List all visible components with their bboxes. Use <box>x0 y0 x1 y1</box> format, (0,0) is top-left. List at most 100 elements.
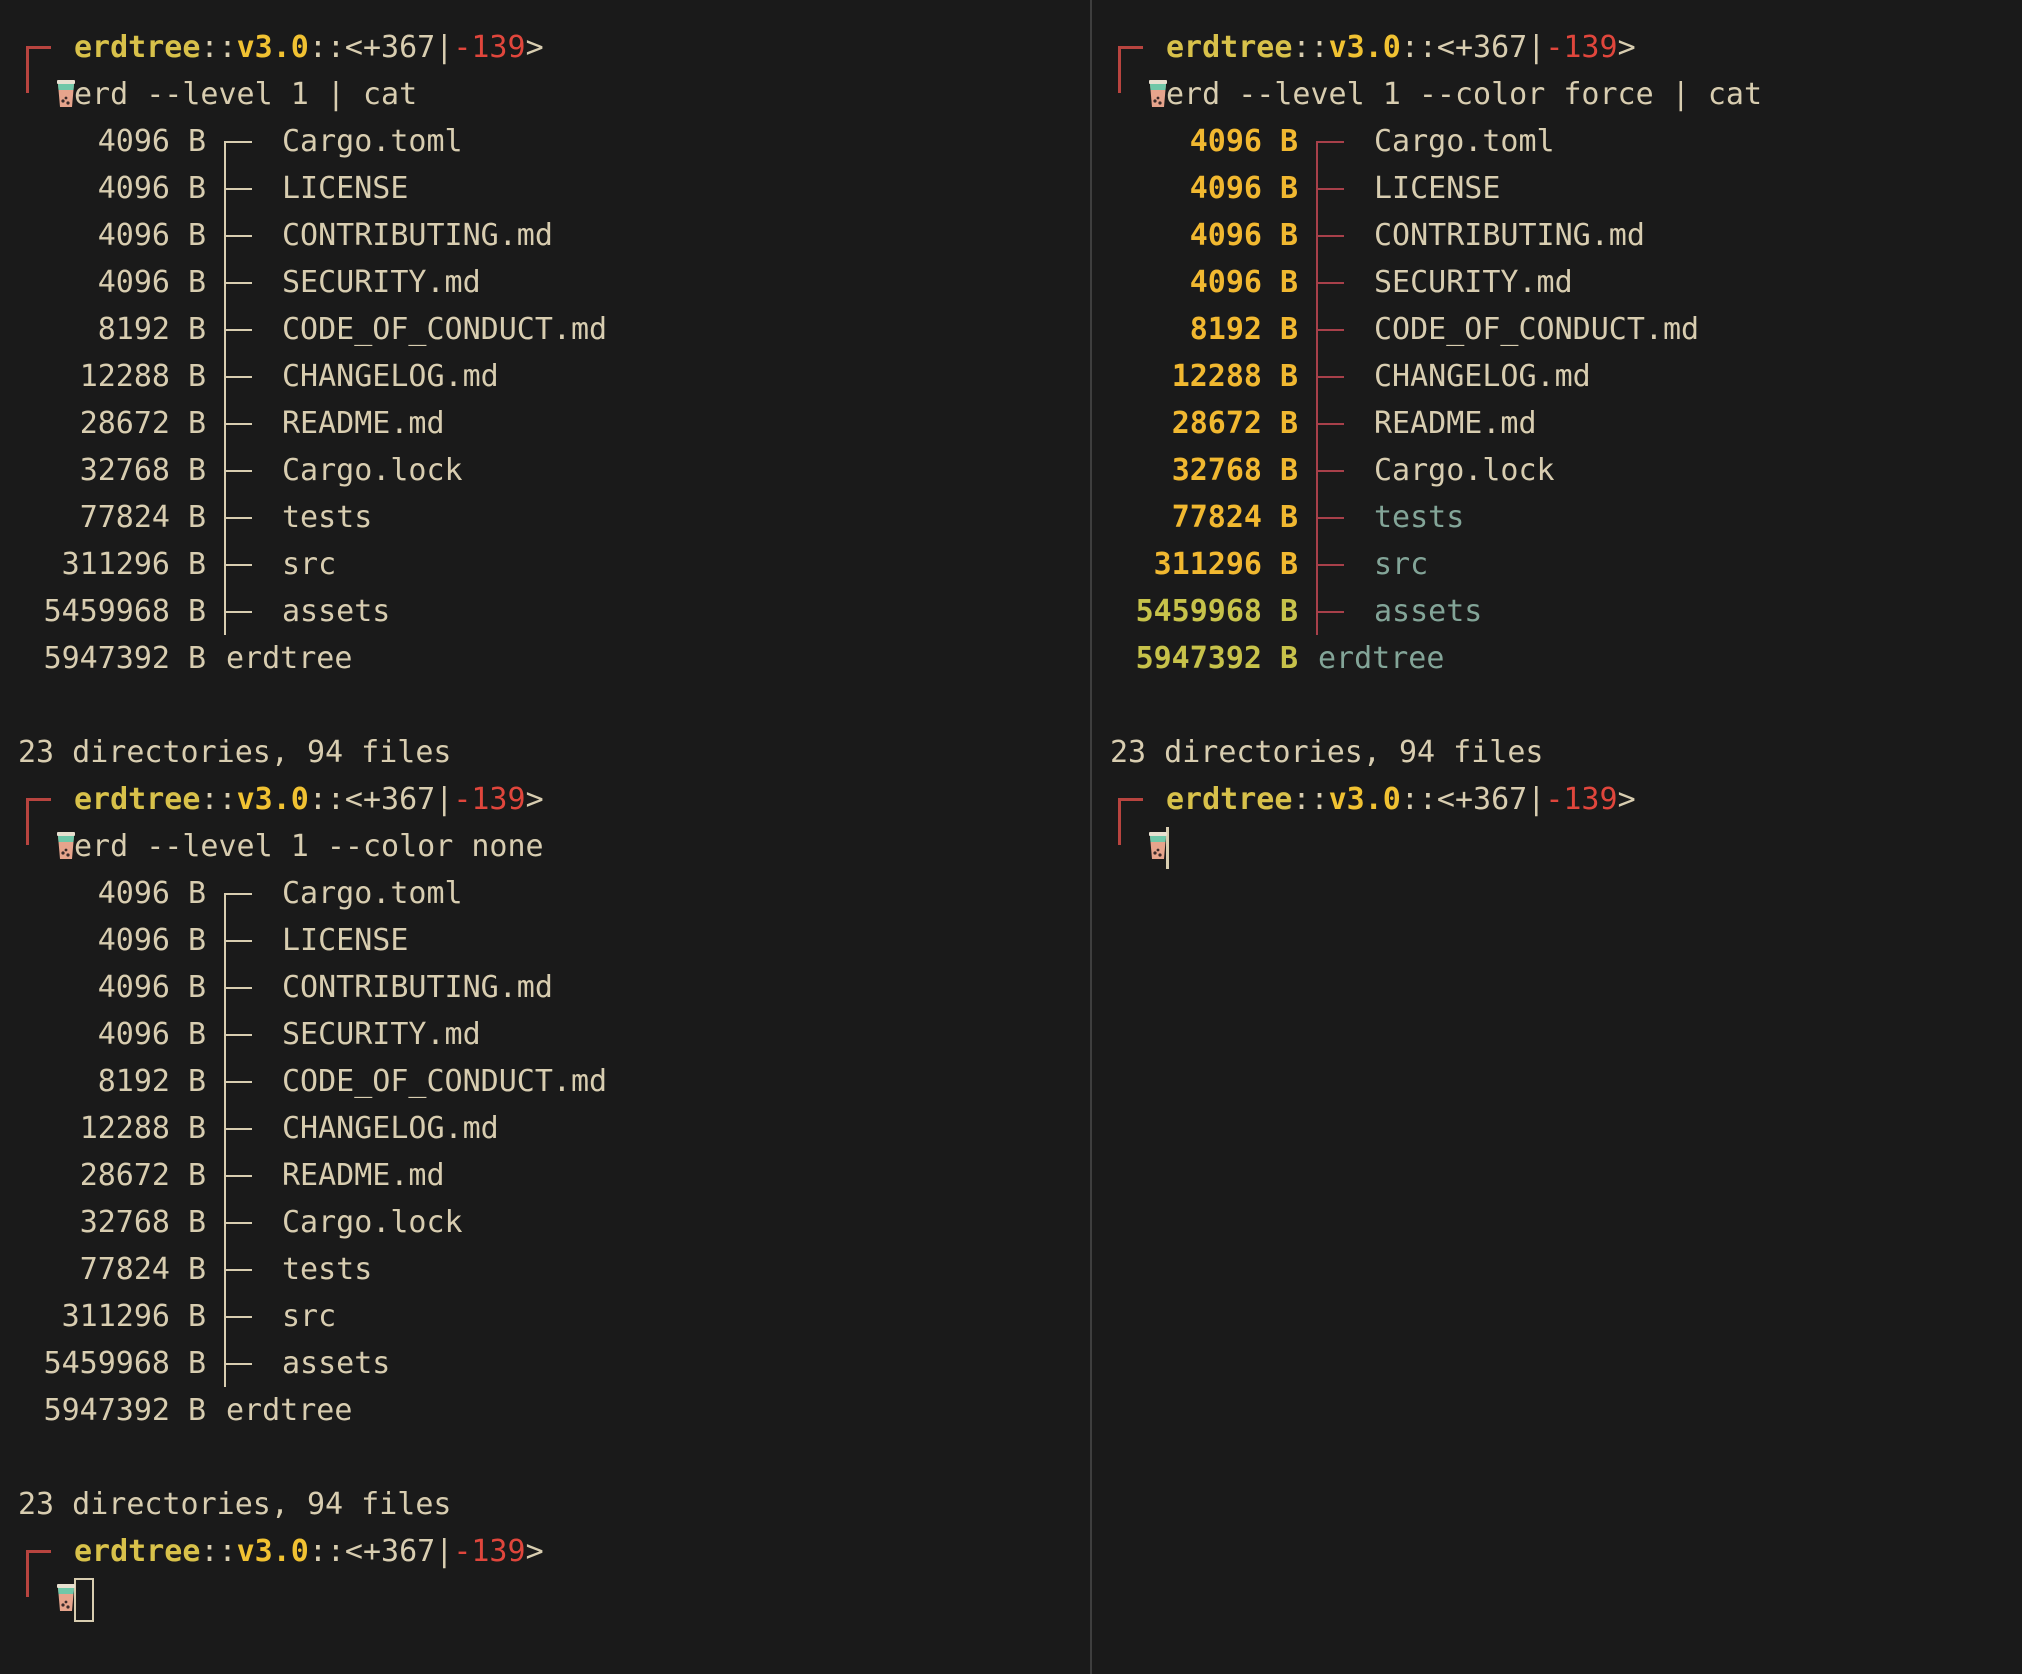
text: CONTRIBUTING.md <box>1374 218 1645 253</box>
command-text: erd --level 1 --color none <box>74 829 544 864</box>
command-line[interactable] <box>1110 823 1636 870</box>
tree-row: 4096 B Cargo.toml <box>0 870 607 917</box>
size-unit: B <box>1279 124 1298 159</box>
tree-root-row: 5947392 Berdtree <box>0 1387 607 1434</box>
text: :: <box>200 30 237 65</box>
file-name: Cargo.toml <box>282 124 463 159</box>
size-unit: B <box>187 876 206 911</box>
file-size: 4096 <box>97 171 170 206</box>
right-pane[interactable]: erdtree::v3.0::<+367|-139> erd --level 1… <box>1092 0 2022 1674</box>
file-size: 8192 <box>1189 312 1262 347</box>
version-tag: v3.0 <box>236 30 309 65</box>
tree-output-1: 4096 B Cargo.toml 4096 B LICENSE 4096 B CONTRI… <box>0 118 607 776</box>
size-unit: B <box>187 171 206 206</box>
text: Cargo.toml <box>1374 124 1555 159</box>
tree-root-row: 5947392 Berdtree <box>0 635 607 682</box>
size-unit: B <box>187 1205 206 1240</box>
file-size: 4096 <box>97 265 170 300</box>
file-size: 28672 <box>1171 406 1262 441</box>
file-size: 4096 <box>97 970 170 1005</box>
command-line: erd --level 1 | cat <box>18 71 544 118</box>
tree-connector <box>1298 447 1374 494</box>
lines-removed: -139 <box>453 30 526 65</box>
file-size: 12288 <box>1171 359 1262 394</box>
tree-connector <box>206 964 282 1011</box>
tree-row: 8192 B CODE_OF_CONDUCT.md <box>0 1058 607 1105</box>
text: v3.0 <box>1328 30 1401 65</box>
size-unit: B <box>187 1111 206 1146</box>
text: :: <box>200 782 237 817</box>
tree-row: 4096 B SECURITY.md <box>0 259 607 306</box>
size-unit: B <box>187 1158 206 1193</box>
text: assets <box>1374 594 1483 629</box>
tree-row: 4096 B LICENSE <box>0 165 607 212</box>
summary-line: 23 directories, 94 files <box>0 729 607 776</box>
text: +367 <box>1455 30 1528 65</box>
text: ::< <box>308 30 363 65</box>
file-size: 12288 <box>79 359 170 394</box>
tree-output-colored: 4096 B Cargo.toml 4096 B LICENSE 4096 B CONTRI… <box>1092 118 1699 776</box>
size-unit: B <box>187 1017 206 1052</box>
size-unit: B <box>187 406 206 441</box>
dir-name: src <box>282 547 337 582</box>
text: v3.0 <box>1328 782 1401 817</box>
size-unit: B <box>187 1064 206 1099</box>
text: erdtree <box>74 782 201 817</box>
prompt-status-line: erdtree::v3.0::<+367|-139> <box>1110 24 1762 74</box>
text: erdtree <box>1166 30 1293 65</box>
size-unit: B <box>187 594 206 629</box>
size-unit: B <box>187 547 206 582</box>
text: | <box>435 30 454 65</box>
text: CHANGELOG.md <box>282 1111 499 1146</box>
text: erdtree <box>226 1393 353 1428</box>
size-unit: B <box>1279 406 1298 441</box>
tree-row: 77824 Btests <box>0 494 607 541</box>
tree-connector <box>1298 306 1374 353</box>
size-unit: B <box>187 500 206 535</box>
text: v3.0 <box>236 782 309 817</box>
tree-connector <box>206 917 282 964</box>
command-line[interactable] <box>18 1575 544 1622</box>
tree-row: 311296 Bsrc <box>0 541 607 588</box>
text: | <box>435 1534 454 1569</box>
text: Cargo.lock <box>1374 453 1555 488</box>
file-size: 5947392 <box>1135 641 1262 676</box>
tree-connector <box>206 353 282 400</box>
tree-row: 32768 B Cargo.lock <box>0 447 607 494</box>
prompt-status-line: erdtree::v3.0::<+367|-139> <box>18 24 544 74</box>
boba-tea-cup-icon <box>1110 71 1167 118</box>
tree-connector <box>1298 212 1374 259</box>
size-unit: B <box>187 1252 206 1287</box>
prompt-status-line: erdtree::v3.0::<+367|-139> <box>1110 776 1636 826</box>
prompt-bracket-top <box>26 46 51 74</box>
dir-name: assets <box>282 594 391 629</box>
text: LICENSE <box>1374 171 1501 206</box>
size-unit: B <box>187 1346 206 1381</box>
left-pane[interactable]: erdtree::v3.0::<+367|-139> erd --level 1… <box>0 0 1090 1674</box>
command-line: erd --level 1 --color force | cat <box>1110 71 1762 118</box>
command-text: erd --level 1 --color force | cat <box>1166 77 1763 112</box>
text: ::< <box>308 782 363 817</box>
text: README.md <box>1374 406 1537 441</box>
text: :: <box>1292 782 1329 817</box>
tree-row: 4096 B SECURITY.md <box>0 1011 607 1058</box>
size-unit: B <box>187 312 206 347</box>
file-size: 4096 <box>97 1017 170 1052</box>
file-size: 4096 <box>97 923 170 958</box>
tree-connector <box>1298 400 1374 447</box>
file-size: 32768 <box>79 453 170 488</box>
file-size: 12288 <box>79 1111 170 1146</box>
size-unit: B <box>1279 641 1298 676</box>
tree-connector <box>206 118 282 165</box>
tree-connector <box>1298 165 1374 212</box>
tree-connector <box>206 1246 282 1293</box>
tree-row: 4096 B CONTRIBUTING.md <box>0 212 607 259</box>
file-size: 28672 <box>79 1158 170 1193</box>
file-size: 4096 <box>1189 171 1262 206</box>
text: > <box>525 30 544 65</box>
text: CODE_OF_CONDUCT.md <box>282 1064 608 1099</box>
tree-row: 4096 B LICENSE <box>1092 165 1699 212</box>
size-unit: B <box>187 218 206 253</box>
file-size: 77824 <box>79 500 170 535</box>
text: assets <box>282 1346 391 1381</box>
